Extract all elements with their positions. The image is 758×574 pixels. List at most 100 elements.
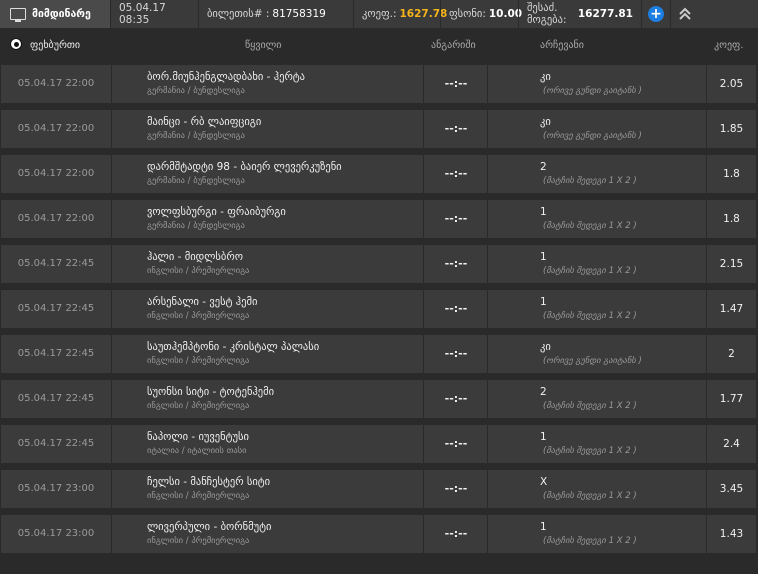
row-score: --:-- (444, 392, 468, 405)
row-score: --:-- (444, 302, 468, 315)
row-coef: 1.47 (719, 303, 744, 315)
row-date: 05.04.17 23:00 (17, 483, 95, 494)
row-coef: 2.15 (719, 258, 744, 270)
row-coef: 1.77 (719, 393, 744, 405)
table-row[interactable]: 05.04.17 22:45 არსენალი - ვესტ ჰემი ინგლის… (1, 290, 756, 328)
table-row[interactable]: 05.04.17 22:00 მაინცი - რბ ლაიფციგი გერმან… (1, 110, 756, 148)
column-divider (111, 200, 112, 238)
column-divider (423, 425, 424, 463)
row-score: --:-- (444, 212, 468, 225)
row-league: ინგლისი / პრემიერლიგა (147, 536, 250, 546)
row-score: --:-- (444, 482, 468, 495)
possible-win-label: შესაძ. მოგება: (527, 2, 567, 26)
row-date: 05.04.17 22:00 (17, 213, 95, 224)
table-row[interactable]: 05.04.17 22:45 ნაპოლი - იუვენტუსი იტალია /… (1, 425, 756, 463)
row-score: --:-- (444, 257, 468, 270)
add-button[interactable]: + (648, 6, 664, 22)
table-row[interactable]: 05.04.17 22:00 ვოლფსბურგი - ფრაიბურგი გერმ… (1, 200, 756, 238)
soccer-ball-icon (10, 38, 22, 50)
row-coef: 1.8 (723, 213, 740, 225)
column-divider (111, 425, 112, 463)
double-chevron-up-icon (679, 7, 691, 20)
column-divider (706, 65, 707, 103)
ticket-number-value: 81758319 (272, 8, 326, 20)
row-score: --:-- (444, 167, 468, 180)
ticket-datetime: 05.04.17 08:35 (110, 0, 198, 28)
row-date: 05.04.17 22:00 (17, 168, 95, 179)
column-divider (706, 335, 707, 373)
table-row[interactable]: 05.04.17 22:45 ჰალი - მიდლსბრო ინგლისი / პ… (1, 245, 756, 283)
column-divider (423, 110, 424, 148)
column-divider (706, 380, 707, 418)
row-coef: 2 (728, 348, 735, 360)
column-divider (111, 335, 112, 373)
column-divider (111, 290, 112, 328)
column-divider (423, 470, 424, 508)
column-divider (487, 425, 488, 463)
column-divider (706, 245, 707, 283)
table-row[interactable]: 05.04.17 22:45 სუონსი სიტი - ტოტენჰემი ინგ… (1, 380, 756, 418)
table-row[interactable]: 05.04.17 23:00 ჩელსი - მანჩესტერ სიტი ინგლ… (1, 470, 756, 508)
column-divider (423, 65, 424, 103)
table-row[interactable]: 05.04.17 23:00 ლივერპული - ბორნმუტი ინგლის… (1, 515, 756, 553)
column-divider (111, 65, 112, 103)
row-date: 05.04.17 22:45 (17, 438, 95, 449)
row-score: --:-- (444, 347, 468, 360)
ticket-number-label: ბილეთის# : (207, 8, 270, 20)
ticket-stake: ფსონი: 10.00 (440, 0, 522, 28)
row-score: --:-- (444, 122, 468, 135)
row-date: 05.04.17 23:00 (17, 528, 95, 539)
row-date: 05.04.17 22:00 (17, 78, 95, 89)
row-coef: 1.8 (723, 168, 740, 180)
column-divider (111, 470, 112, 508)
row-date: 05.04.17 22:45 (17, 303, 95, 314)
row-coef: 2.4 (723, 438, 740, 450)
column-divider (111, 155, 112, 193)
table-row[interactable]: 05.04.17 22:00 დარმშტადტი 98 - ბაიერ ლევე… (1, 155, 756, 193)
row-score: --:-- (444, 77, 468, 90)
ticket-coef: კოეფ.: 1627.78 (353, 0, 447, 28)
row-coef: 3.45 (719, 483, 744, 495)
column-divider (111, 245, 112, 283)
coef-label: კოეფ.: (362, 8, 397, 20)
tab-current-label: მიმდინარე (32, 8, 91, 20)
column-divider (706, 110, 707, 148)
row-coef: 1.85 (719, 123, 744, 135)
column-divider (706, 425, 707, 463)
column-divider (423, 515, 424, 553)
possible-win: შესაძ. მოგება: 16277.81 (518, 0, 641, 28)
header-sport: ფეხბურთი (30, 40, 81, 51)
column-divider (706, 515, 707, 553)
row-date: 05.04.17 22:00 (17, 123, 95, 134)
row-date: 05.04.17 22:45 (17, 348, 95, 359)
column-divider (111, 380, 112, 418)
stake-label: ფსონი: (449, 8, 486, 20)
header-choice: არჩევანი (540, 40, 584, 51)
column-divider (487, 380, 488, 418)
column-divider (423, 335, 424, 373)
tab-current[interactable]: მიმდინარე (0, 0, 110, 28)
column-divider (111, 110, 112, 148)
possible-win-value: 16277.81 (577, 8, 633, 20)
collapse-button[interactable] (670, 0, 699, 28)
row-date: 05.04.17 22:45 (17, 258, 95, 269)
ticket-number: ბილეთის# : 81758319 (198, 0, 353, 28)
column-divider (423, 155, 424, 193)
column-divider (706, 155, 707, 193)
header-event: წყვილი (245, 40, 282, 51)
table-row[interactable]: 05.04.17 22:45 საუთჰემპტონი - კრისტალ პალ… (1, 335, 756, 373)
header-score: ანგარიში (431, 40, 476, 51)
column-divider (487, 470, 488, 508)
column-divider (487, 110, 488, 148)
header-coef: კოეფ. (714, 40, 744, 51)
table-row[interactable]: 05.04.17 22:00 ბორ.მიუნჰენგლადბახი - ჰერტ… (1, 65, 756, 103)
column-divider (706, 290, 707, 328)
column-divider (487, 155, 488, 193)
column-divider (423, 200, 424, 238)
monitor-icon (10, 8, 26, 22)
column-divider (487, 65, 488, 103)
row-coef: 1.43 (719, 528, 744, 540)
column-divider (487, 515, 488, 553)
add-button-wrap: + (641, 0, 670, 28)
row-score: --:-- (444, 527, 468, 540)
